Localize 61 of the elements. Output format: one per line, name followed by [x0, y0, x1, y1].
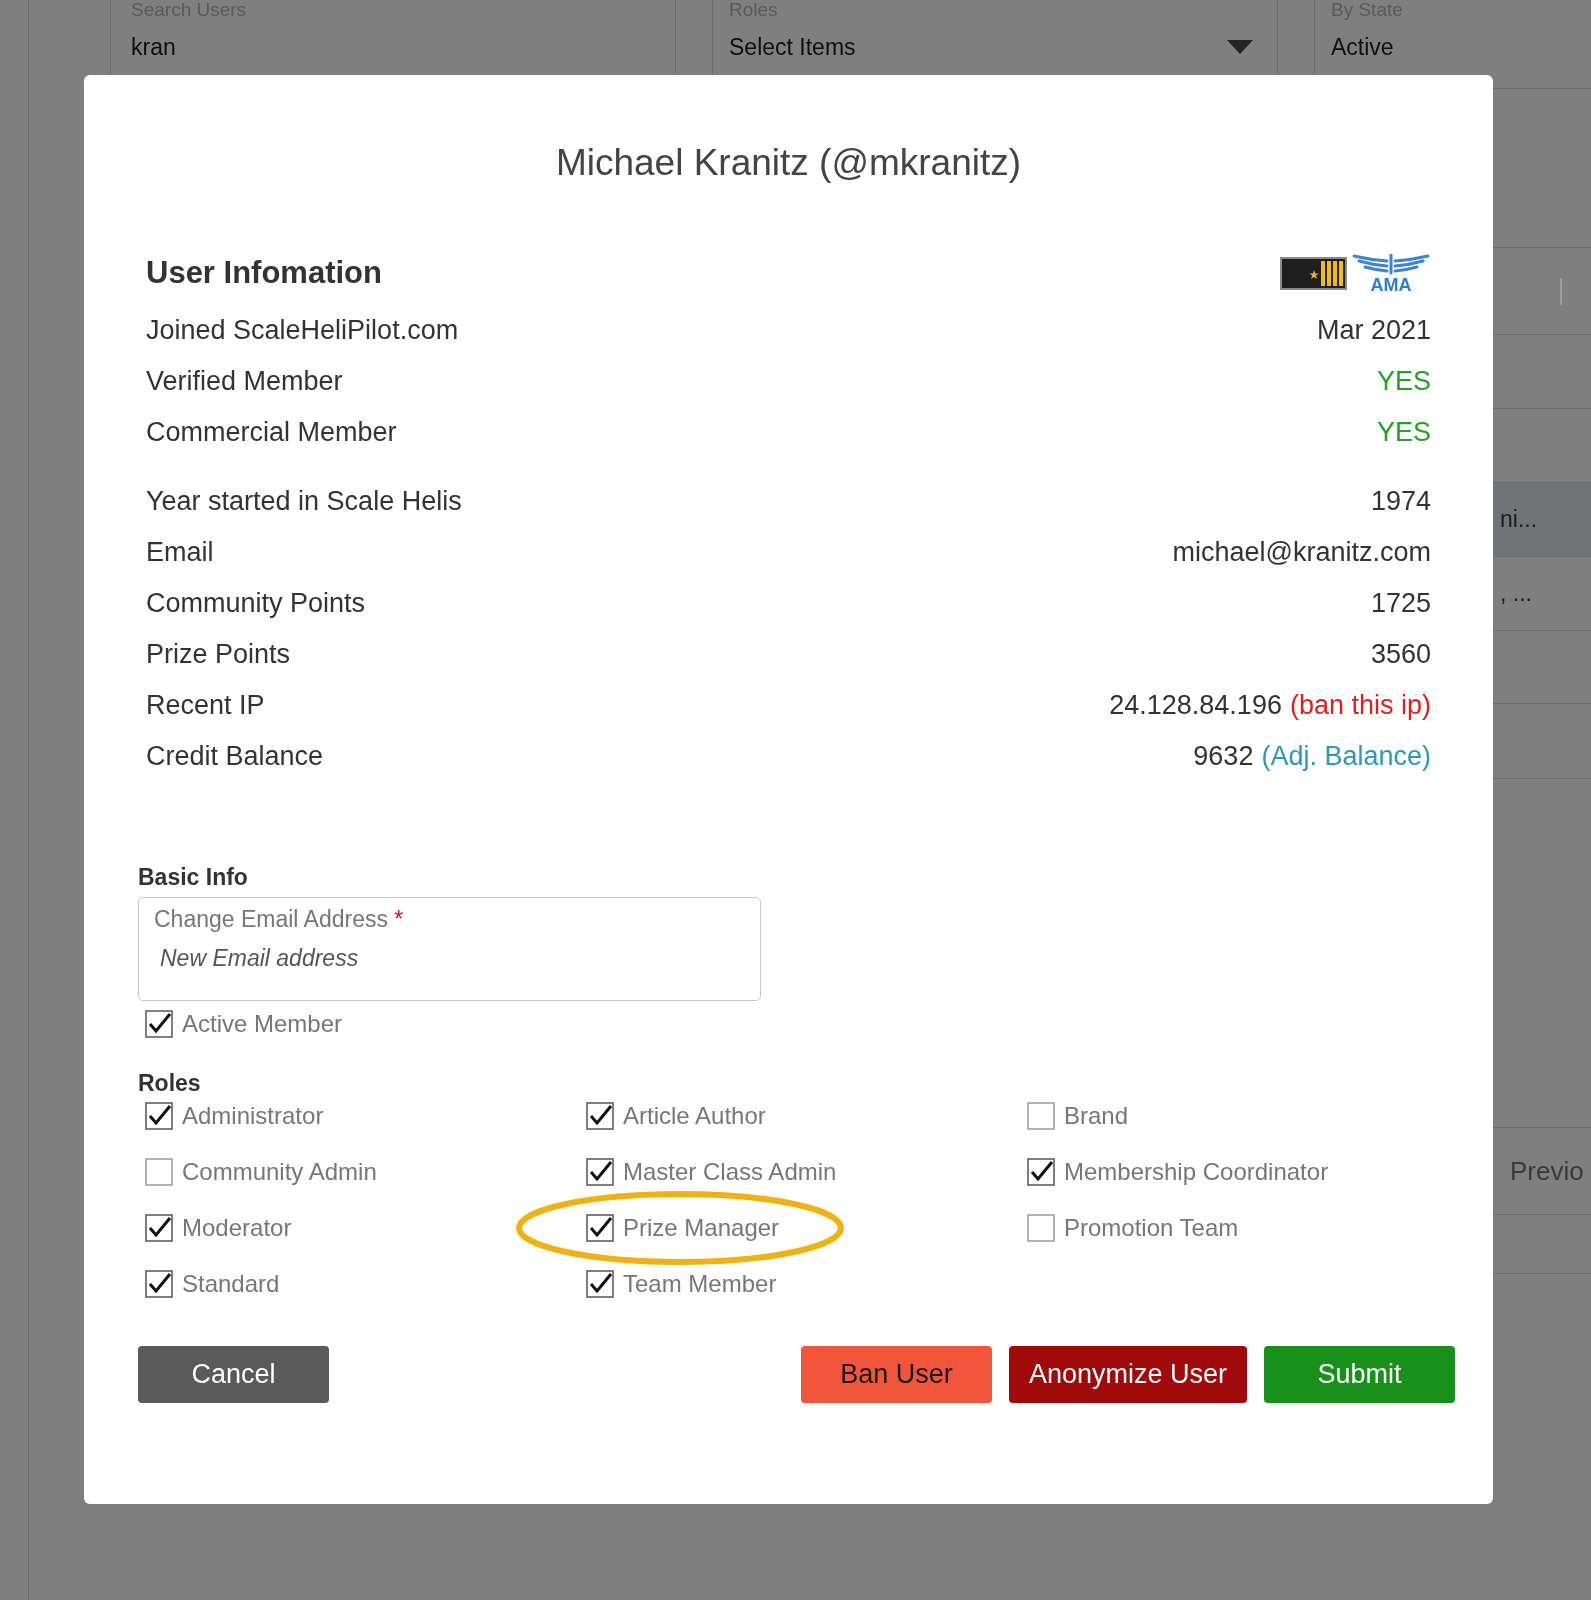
email-input[interactable]: New Email address — [160, 943, 720, 973]
info-label: Community Points — [146, 588, 366, 619]
section-heading: Basic Info — [138, 863, 248, 891]
checkbox[interactable] — [145, 1102, 173, 1130]
info-label: Joined ScaleHeliPilot.com — [146, 315, 459, 346]
info-value: 3560 — [1370, 639, 1431, 670]
checkbox[interactable] — [145, 1010, 173, 1038]
checkbox-label: Team Member — [623, 1270, 777, 1298]
info-label: Commercial Member — [146, 417, 397, 448]
info-value: Mar 2021 — [1316, 315, 1431, 346]
checkbox[interactable] — [145, 1158, 173, 1186]
checkbox-label: Master Class Admin — [623, 1158, 837, 1186]
info-label: Credit Balance — [146, 741, 324, 772]
checkbox[interactable] — [586, 1270, 614, 1298]
checkbox-label: Prize Manager — [623, 1214, 780, 1242]
checkbox[interactable] — [586, 1214, 614, 1242]
info-label: Verified Member — [146, 366, 343, 397]
email-field[interactable]: Change Email Address * New Email address — [138, 897, 761, 1001]
info-label: Year started in Scale Helis — [146, 486, 462, 517]
field-label: Change Email Address * — [154, 905, 404, 933]
info-value: michael@kranitz.com — [1172, 537, 1431, 568]
info-value: 9632 — [1193, 741, 1254, 772]
checkbox-label: Brand — [1064, 1102, 1129, 1130]
checkbox-label: Administrator — [182, 1102, 324, 1130]
checkbox[interactable] — [145, 1214, 173, 1242]
checkbox-label: Community Admin — [182, 1158, 377, 1186]
checkbox[interactable] — [1027, 1102, 1055, 1130]
action-button[interactable]: Anonymize User — [1008, 1346, 1247, 1403]
info-label: Prize Points — [146, 639, 291, 670]
info-value: YES — [1376, 366, 1431, 397]
info-label: Recent IP — [146, 690, 265, 721]
checkbox-label: Moderator — [182, 1214, 292, 1242]
section-heading: Roles — [138, 1069, 201, 1097]
checkbox-label: Article Author — [623, 1102, 766, 1130]
table-cell: , ... — [1500, 580, 1532, 607]
rank-insignia-icon — [1280, 256, 1347, 290]
action-link[interactable]: (ban this ip) — [1289, 690, 1431, 721]
info-value: 1974 — [1370, 486, 1431, 517]
checkbox-label: Membership Coordinator — [1064, 1158, 1329, 1186]
checkbox-label: Active Member — [182, 1010, 343, 1038]
cancel-button[interactable]: Cancel — [138, 1346, 329, 1403]
section-heading: User Infomation — [146, 254, 382, 292]
info-value: 24.128.84.196 — [1109, 690, 1282, 721]
caret-icon — [1227, 40, 1253, 54]
checkbox[interactable] — [586, 1102, 614, 1130]
checkbox[interactable] — [1027, 1214, 1055, 1242]
action-button[interactable]: Submit — [1264, 1346, 1455, 1403]
previous-button[interactable]: Previo — [1510, 1155, 1584, 1187]
info-value: 1725 — [1370, 588, 1431, 619]
table-cell: ni... — [1500, 506, 1538, 533]
checkbox-label: Standard — [182, 1270, 280, 1298]
checkbox[interactable] — [1027, 1158, 1055, 1186]
checkbox-label: Promotion Team — [1064, 1214, 1239, 1242]
info-label: Email — [146, 537, 214, 568]
checkbox[interactable] — [145, 1270, 173, 1298]
action-button[interactable]: Ban User — [800, 1346, 992, 1403]
ama-logo: AMA — [1351, 254, 1431, 292]
checkbox[interactable] — [586, 1158, 614, 1186]
info-value: YES — [1376, 417, 1431, 448]
dialog-title: Michael Kranitz (@mkranitz) — [555, 141, 1022, 185]
action-link[interactable]: (Adj. Balance) — [1261, 741, 1431, 772]
